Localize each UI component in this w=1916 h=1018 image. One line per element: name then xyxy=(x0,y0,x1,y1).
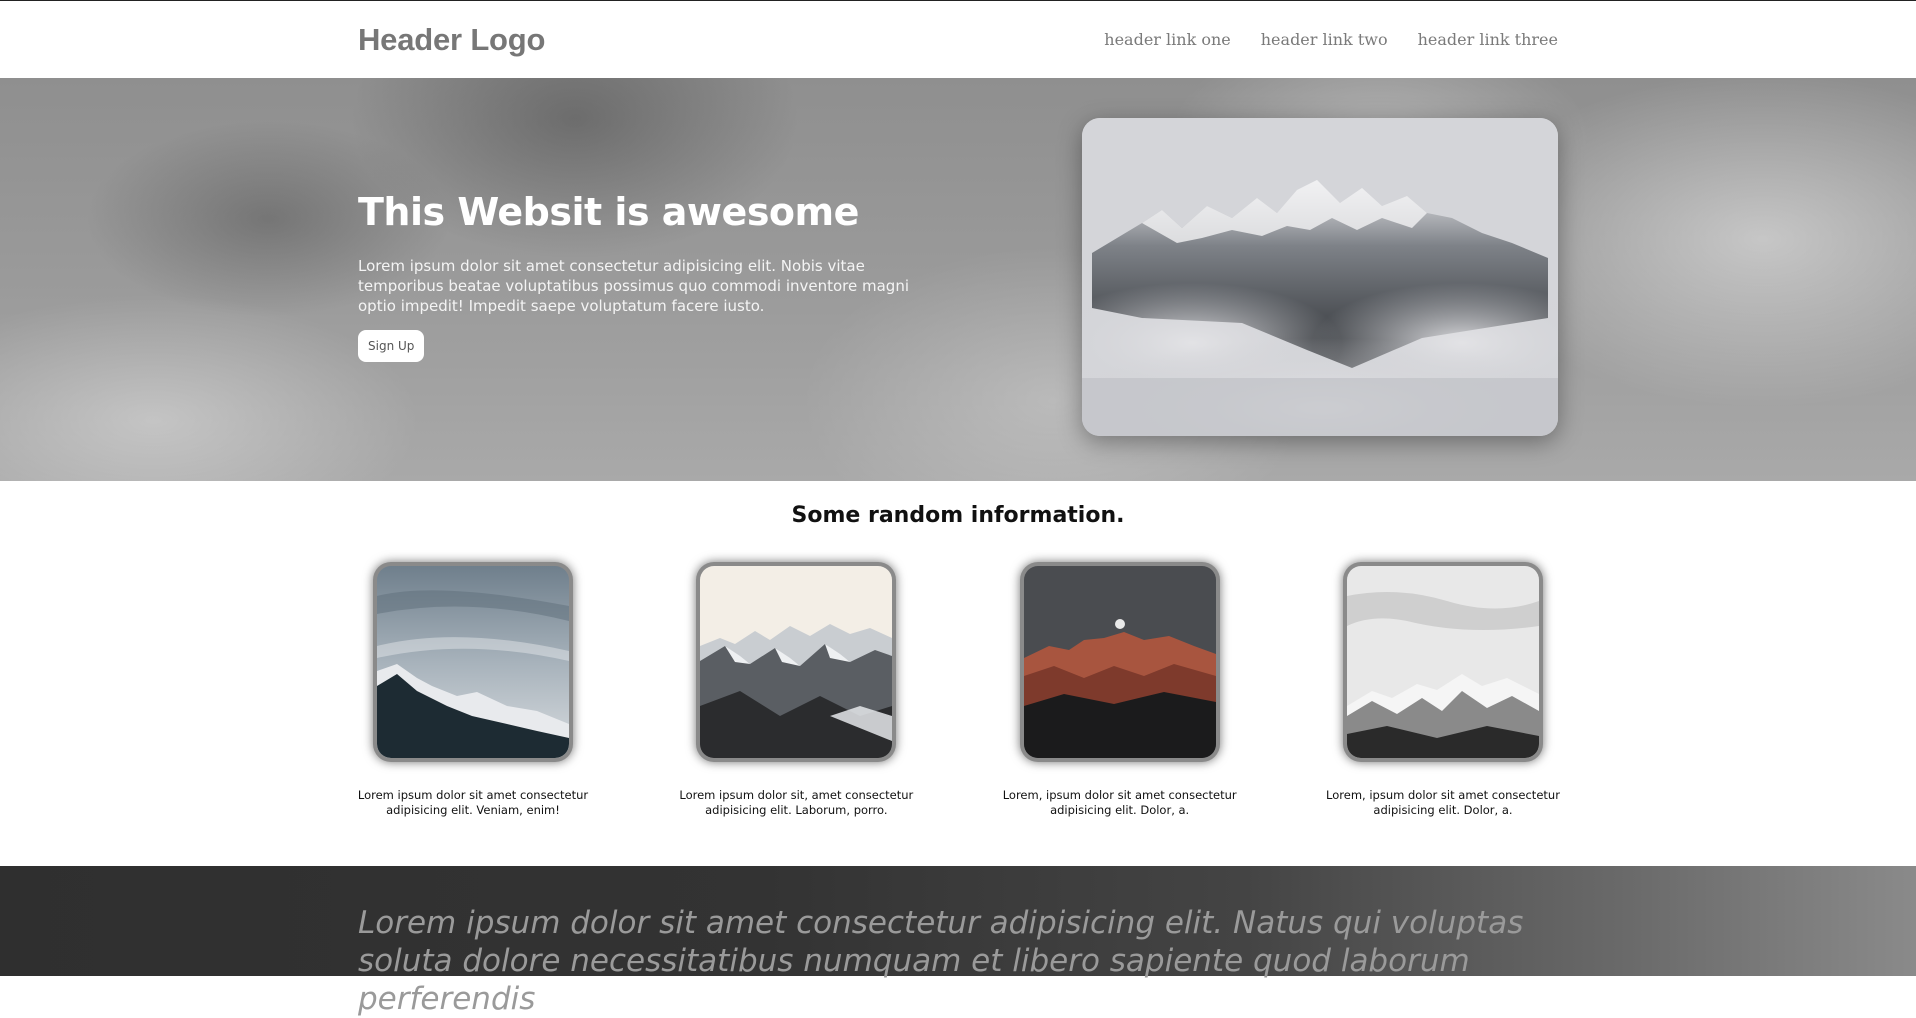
sign-up-button[interactable]: Sign Up xyxy=(358,330,425,362)
site-header: Header Logo header link one header link … xyxy=(0,0,1916,78)
card-text: Lorem, ipsum dolor sit amet consectetur … xyxy=(1326,788,1560,817)
header-link-one[interactable]: header link one xyxy=(1104,30,1230,49)
info-card: Lorem, ipsum dolor sit amet consectetur … xyxy=(1323,562,1563,818)
info-cards: Lorem ipsum dolor sit amet consectetur a… xyxy=(353,562,1563,818)
quote-band: Lorem ipsum dolor sit amet consectetur a… xyxy=(0,866,1916,1017)
card-image-frame xyxy=(696,562,897,762)
hero-mountain-illustration xyxy=(1082,118,1558,436)
hero-mountain-image xyxy=(1082,118,1558,436)
card-image-bw-mountains xyxy=(1346,566,1539,758)
info-section: Some random information. Lorem ipsum dol… xyxy=(0,503,1916,818)
info-card: Lorem, ipsum dolor sit amet consectetur … xyxy=(1000,562,1240,818)
card-image-snowy-ridge xyxy=(377,566,569,758)
hero-title: This Websit is awesome xyxy=(358,190,859,234)
hero-section: This Websit is awesome Lorem ipsum dolor… xyxy=(0,78,1916,481)
card-text: Lorem, ipsum dolor sit amet consectetur … xyxy=(1002,788,1237,817)
card-image-red-mountain-moon xyxy=(1023,566,1216,758)
info-card: Lorem ipsum dolor sit amet consectetur a… xyxy=(353,562,593,818)
header-link-three[interactable]: header link three xyxy=(1418,30,1558,49)
header-logo[interactable]: Header Logo xyxy=(358,22,545,58)
card-image-bw-mountains-art xyxy=(1346,566,1539,758)
card-image-mountain-range-art xyxy=(700,566,893,758)
card-image-frame xyxy=(1019,562,1220,762)
card-text: Lorem ipsum dolor sit amet consectetur a… xyxy=(357,788,589,817)
info-card: Lorem ipsum dolor sit, amet consectetur … xyxy=(676,562,916,818)
quote-text: Lorem ipsum dolor sit amet consectetur a… xyxy=(358,905,1524,1017)
header-link-two[interactable]: header link two xyxy=(1261,30,1388,49)
card-text: Lorem ipsum dolor sit, amet consectetur … xyxy=(679,788,914,817)
card-image-mountain-range xyxy=(700,566,893,758)
hero-description: Lorem ipsum dolor sit amet consectetur a… xyxy=(358,257,909,315)
card-image-red-mountain-moon-art xyxy=(1023,566,1216,758)
info-title: Some random information. xyxy=(791,503,1125,528)
header-nav: header link one header link two header l… xyxy=(1104,30,1558,49)
card-image-snowy-ridge-art xyxy=(377,566,569,758)
hero-text: This Websit is awesome Lorem ipsum dolor… xyxy=(358,190,948,362)
card-image-frame xyxy=(1342,562,1543,762)
card-image-frame xyxy=(373,562,573,762)
